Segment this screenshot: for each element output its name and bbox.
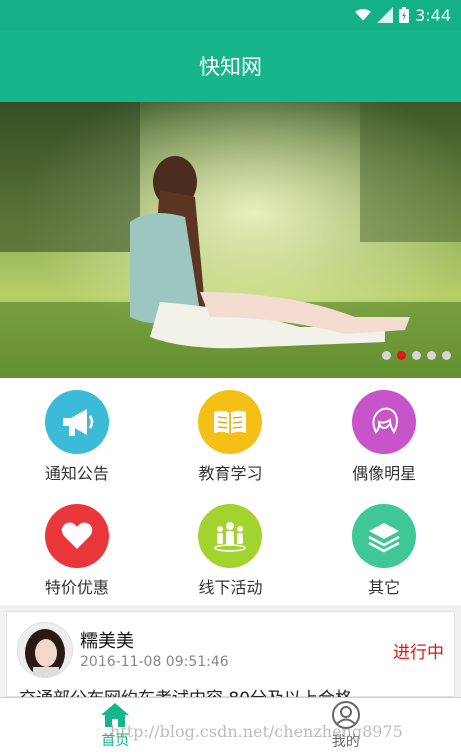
news-username: 糯美美 — [80, 627, 134, 653]
status-badge: 进行中 — [393, 638, 444, 663]
banner-carousel[interactable] — [0, 102, 461, 378]
status-time: 3:44 — [415, 6, 451, 25]
carousel-dot[interactable] — [442, 351, 451, 360]
tab-home[interactable]: 首页 — [0, 698, 231, 754]
megaphone-icon — [45, 390, 109, 454]
category-grid: 通知公告 教育学习 偶像明星 特价优惠 线下活动 其它 — [0, 378, 461, 605]
carousel-dot[interactable] — [427, 351, 436, 360]
tab-mine[interactable]: 我的 — [231, 698, 461, 754]
tab-label: 我的 — [332, 731, 360, 751]
status-bar: 3:44 — [0, 0, 461, 30]
menu-item-label: 其它 — [368, 574, 400, 598]
group-icon — [198, 504, 262, 568]
signal-icon — [377, 7, 393, 23]
page-title: 快知网 — [199, 51, 262, 81]
carousel-dot[interactable] — [382, 351, 391, 360]
book-icon — [198, 390, 262, 454]
home-icon — [100, 702, 130, 728]
menu-item-idol[interactable]: 偶像明星 — [307, 378, 461, 492]
carousel-dot[interactable] — [412, 351, 421, 360]
profile-icon — [331, 701, 361, 729]
wifi-icon — [355, 7, 371, 23]
menu-item-label: 教育学习 — [198, 460, 262, 484]
menu-item-other[interactable]: 其它 — [307, 492, 461, 606]
menu-item-notice[interactable]: 通知公告 — [0, 378, 154, 492]
layers-icon — [352, 504, 416, 568]
menu-item-label: 线下活动 — [198, 574, 262, 598]
menu-item-label: 通知公告 — [45, 460, 109, 484]
bottom-tab-bar: 首页 我的 — [0, 697, 461, 754]
banner-image — [0, 102, 461, 378]
avatar — [17, 622, 73, 678]
menu-item-label: 偶像明星 — [352, 460, 416, 484]
menu-item-label: 特价优惠 — [45, 574, 109, 598]
heart-icon — [45, 504, 109, 568]
news-timestamp: 2016-11-08 09:51:46 — [80, 654, 229, 670]
menu-item-offline-event[interactable]: 线下活动 — [154, 492, 308, 606]
tab-label: 首页 — [101, 730, 129, 750]
menu-item-education[interactable]: 教育学习 — [154, 378, 308, 492]
carousel-dot-active[interactable] — [397, 351, 406, 360]
carousel-indicator — [382, 351, 451, 360]
app-title-bar: 快知网 — [0, 30, 461, 102]
battery-icon — [399, 7, 409, 23]
star-portrait-icon — [352, 390, 416, 454]
menu-item-discount[interactable]: 特价优惠 — [0, 492, 154, 606]
news-card[interactable]: 糯美美 2016-11-08 09:51:46 进行中 交通部公布网约车考试内容… — [6, 611, 455, 697]
